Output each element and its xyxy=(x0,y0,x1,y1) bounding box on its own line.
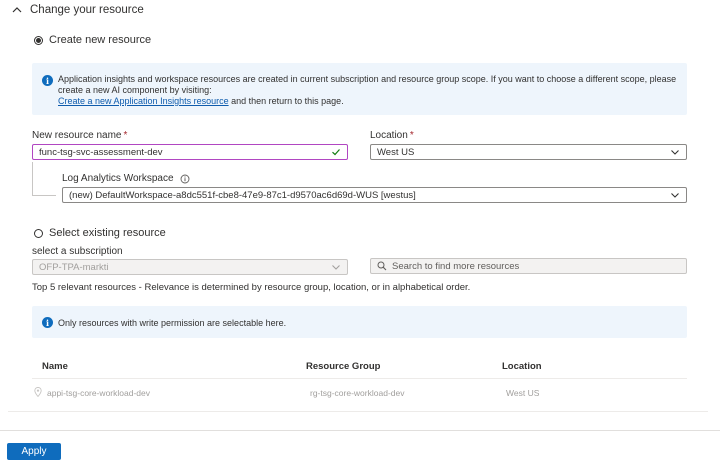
create-new-radio[interactable]: Create new resource xyxy=(34,34,151,46)
radio-selected[interactable] xyxy=(34,35,43,45)
scope-info-text: Application insights and workspace resou… xyxy=(58,74,678,107)
search-icon xyxy=(377,261,387,271)
create-app-insights-link[interactable]: Create a new Application Insights resour… xyxy=(58,96,229,106)
subscription-label: select a subscription xyxy=(32,246,123,257)
permission-info-text: Only resources with write permission are… xyxy=(58,318,287,328)
search-placeholder: Search to find more resources xyxy=(392,260,520,272)
table-bottom-divider xyxy=(8,411,708,412)
workspace-select[interactable]: (new) DefaultWorkspace-a8dc551f-cbe8-47e… xyxy=(62,187,687,203)
permission-info-box: i Only resources with write permission a… xyxy=(32,306,687,338)
chevron-down-icon xyxy=(671,150,679,155)
resource-name-input[interactable]: func-tsg-svc-assessment-dev xyxy=(32,144,348,160)
section-header[interactable]: Change your resource xyxy=(12,2,144,18)
radio-unselected[interactable] xyxy=(34,228,43,238)
chevron-down-icon xyxy=(671,193,679,198)
apply-button[interactable]: Apply xyxy=(7,443,61,460)
resource-location-cell: West US xyxy=(506,388,540,398)
resource-name-cell: appi-tsg-core-workload-dev xyxy=(47,388,150,398)
workspace-label: Log Analytics Workspace xyxy=(62,173,190,184)
column-header-location[interactable]: Location xyxy=(502,361,542,372)
resource-name-label: New resource name * xyxy=(32,130,127,141)
required-marker: * xyxy=(123,130,128,141)
location-select[interactable]: West US xyxy=(370,144,687,160)
scope-info-suffix: and then return to this page. xyxy=(228,96,344,106)
chevron-down-icon xyxy=(332,265,340,270)
relevance-text: Top 5 relevant resources - Relevance is … xyxy=(32,282,471,293)
section-title: Change your resource xyxy=(30,4,144,16)
workspace-label-text: Log Analytics Workspace xyxy=(62,173,174,184)
table-header-divider xyxy=(32,378,687,379)
scope-info-box: i Application insights and workspace res… xyxy=(32,63,687,115)
location-pin-icon xyxy=(34,387,42,397)
tree-connector xyxy=(32,162,56,196)
workspace-value: (new) DefaultWorkspace-a8dc551f-cbe8-47e… xyxy=(69,189,416,201)
subscription-value: OFP-TPA-markti xyxy=(39,261,109,273)
chevron-up-icon[interactable] xyxy=(12,5,22,15)
scope-info-message: Application insights and workspace resou… xyxy=(58,74,677,95)
info-icon: i xyxy=(42,317,53,328)
resource-group-cell: rg-tsg-core-workload-dev xyxy=(310,388,405,398)
resource-name-label-text: New resource name xyxy=(32,130,122,141)
info-outline-icon[interactable] xyxy=(180,174,190,184)
checkmark-icon xyxy=(332,149,340,156)
location-label-text: Location xyxy=(370,130,408,141)
table-row: appi-tsg-core-workload-dev rg-tsg-core-w… xyxy=(34,385,687,401)
location-label: Location * xyxy=(370,130,414,141)
location-value: West US xyxy=(377,146,415,158)
resource-name-value: func-tsg-svc-assessment-dev xyxy=(39,146,163,158)
select-existing-radio[interactable]: Select existing resource xyxy=(34,227,166,239)
select-existing-label: Select existing resource xyxy=(49,227,166,239)
info-icon: i xyxy=(42,75,53,86)
column-header-name[interactable]: Name xyxy=(42,361,68,372)
footer-divider xyxy=(0,430,720,431)
resource-search-input[interactable]: Search to find more resources xyxy=(370,258,687,274)
subscription-select: OFP-TPA-markti xyxy=(32,259,348,275)
column-header-resource-group[interactable]: Resource Group xyxy=(306,361,380,372)
create-new-label: Create new resource xyxy=(49,34,152,46)
required-marker: * xyxy=(409,130,414,141)
